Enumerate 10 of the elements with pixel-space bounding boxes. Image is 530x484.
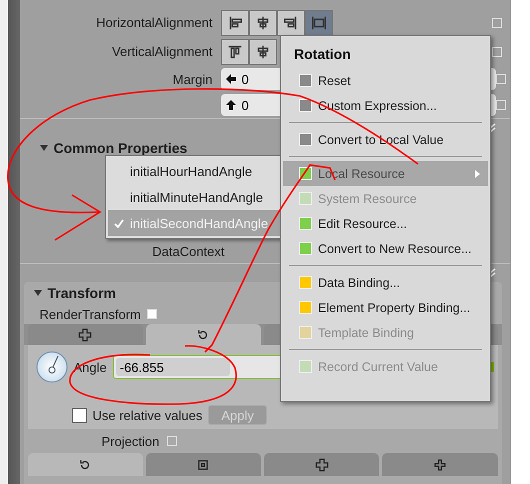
property-label: VerticalAlignment <box>111 44 214 59</box>
checkbox-label: Use relative values <box>92 408 202 422</box>
property-label: Projection <box>102 434 160 448</box>
property-label: DataContext <box>151 244 226 258</box>
section-title: Transform <box>48 285 116 301</box>
menu-title: Rotation <box>293 45 352 64</box>
property-label: Margin <box>172 72 214 86</box>
property-label: RenderTransform <box>40 306 141 322</box>
section-title: Common Properties <box>54 140 188 156</box>
property-label: HorizontalAlignment <box>95 15 214 30</box>
